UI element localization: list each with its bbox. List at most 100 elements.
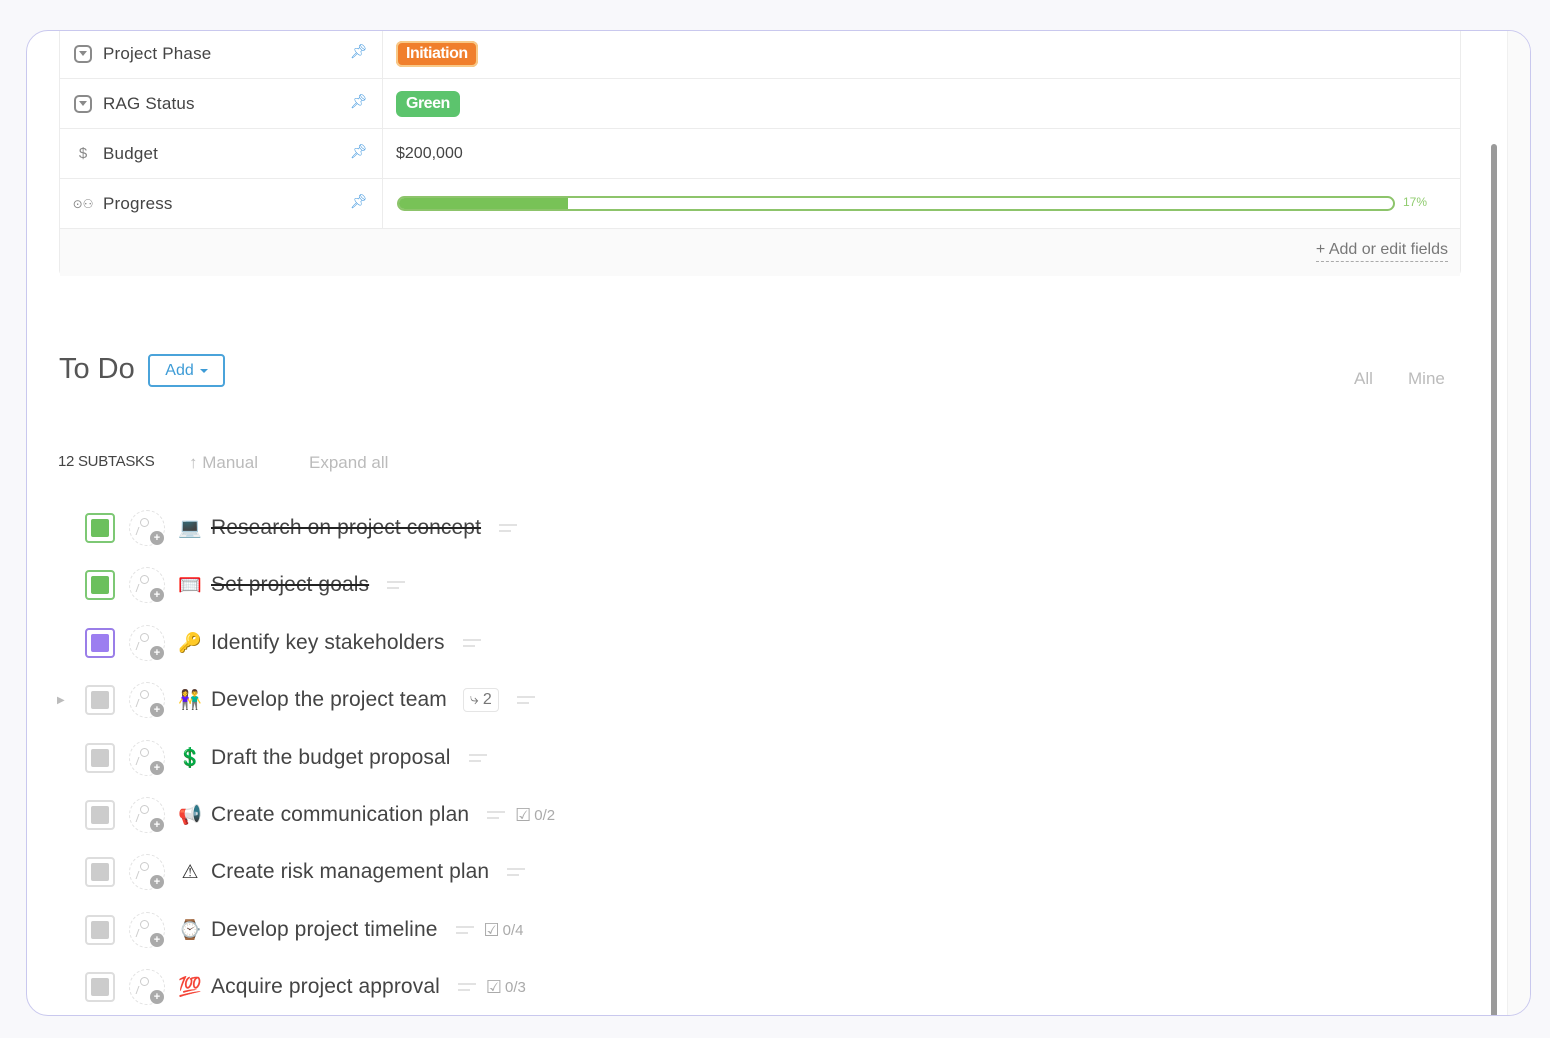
custom-fields-table: Project Phase 📌︎ Initiation RAG Status 📌… [59, 31, 1461, 276]
scrollbar[interactable] [1491, 144, 1497, 1015]
task-emoji-icon: 🔑 [178, 633, 202, 654]
field-name-cell: $ Budget 📌︎ [60, 129, 383, 178]
subtask-count-badge[interactable]: ⤷ 2 [462, 688, 499, 712]
task-emoji-icon: ⚠ [181, 861, 199, 883]
pin-icon[interactable]: 📌︎ [350, 193, 368, 210]
task-row[interactable]: + 💲 Draft the budget proposal [57, 733, 957, 783]
fields-footer: + Add or edit fields [60, 229, 1460, 276]
status-checkbox[interactable] [85, 513, 115, 543]
expand-arrow-icon[interactable]: ▶ [57, 695, 77, 706]
description-icon [457, 983, 476, 991]
pin-icon[interactable]: 📌︎ [350, 43, 368, 60]
add-button[interactable]: Add [148, 354, 225, 387]
description-icon [468, 754, 487, 762]
subtask-count: 2 [482, 691, 492, 708]
status-checkbox[interactable] [85, 800, 115, 830]
task-row[interactable]: + 📢 Create communication plan ☑ 0/2 [57, 790, 957, 840]
dropdown-icon [72, 93, 94, 115]
description-icon [499, 524, 518, 532]
field-row-progress: ⊙⚇ Progress 📌︎ 17% [60, 179, 1460, 229]
sort-label: Manual [202, 453, 258, 472]
rag-status-badge[interactable]: Green [396, 90, 460, 117]
task-name[interactable]: Develop the project team [211, 688, 447, 712]
description-icon [387, 581, 406, 589]
task-name[interactable]: Draft the budget proposal [211, 746, 451, 770]
description-icon [516, 696, 535, 704]
task-row[interactable]: + 💻 Research on project concept [57, 503, 957, 553]
pin-icon[interactable]: 📌︎ [350, 143, 368, 160]
task-row[interactable]: + ⚠ Create risk management plan [57, 847, 957, 897]
progress-bar-fill [399, 198, 568, 209]
chevron-down-icon [199, 368, 208, 373]
task-name[interactable]: Create communication plan [211, 803, 469, 827]
sort-manual[interactable]: ↑ Manual [189, 453, 258, 473]
status-checkbox[interactable] [85, 628, 115, 658]
task-emoji-icon: 👫 [178, 690, 202, 711]
field-name-cell: Project Phase 📌︎ [60, 31, 383, 78]
field-label: Progress [103, 193, 173, 213]
status-checkbox[interactable] [85, 743, 115, 773]
arrow-up-icon: ↑ [189, 453, 203, 472]
field-value-cell[interactable]: Green [383, 79, 1460, 128]
subtasks-count: 12 SUBTASKS [58, 453, 155, 470]
assign-user-icon[interactable]: + [129, 969, 165, 1005]
project-phase-badge[interactable]: Initiation [396, 40, 478, 67]
task-emoji-icon: 🥅 [178, 575, 202, 596]
status-checkbox[interactable] [85, 915, 115, 945]
assign-user-icon[interactable]: + [129, 912, 165, 948]
checklist-count: 0/2 [534, 806, 556, 824]
assign-user-icon[interactable]: + [129, 854, 165, 890]
field-row-rag-status: RAG Status 📌︎ Green [60, 79, 1460, 129]
assign-user-icon[interactable]: + [129, 797, 165, 833]
status-checkbox[interactable] [85, 972, 115, 1002]
filter-all[interactable]: All [1354, 369, 1373, 389]
assign-user-icon[interactable]: + [129, 625, 165, 661]
checklist-badge[interactable]: ☑ 0/4 [484, 920, 524, 941]
field-label: Project Phase [103, 43, 212, 63]
add-edit-fields-link[interactable]: + Add or edit fields [1315, 241, 1448, 262]
task-row[interactable]: + 🥅 Set project goals [57, 560, 957, 610]
field-name-cell: ⊙⚇ Progress 📌︎ [60, 179, 383, 228]
checklist-icon: ☑ [485, 976, 502, 997]
budget-value[interactable]: $200,000 [396, 145, 463, 163]
task-emoji-icon: 💻 [178, 518, 202, 539]
checklist-badge[interactable]: ☑ 0/3 [486, 977, 526, 998]
task-name[interactable]: Research on project concept [211, 516, 481, 540]
task-row[interactable]: + ⌚ Develop project timeline ☑ 0/4 [57, 905, 957, 955]
task-name[interactable]: Develop project timeline [211, 918, 438, 942]
field-label: RAG Status [103, 93, 195, 113]
pin-icon[interactable]: 📌︎ [350, 93, 368, 110]
field-value-cell[interactable]: Initiation [383, 31, 1460, 78]
task-row[interactable]: ▶ + 👫 Develop the project team ⤷ 2 [57, 675, 957, 725]
assign-user-icon[interactable]: + [129, 682, 165, 718]
task-name[interactable]: Identify key stakeholders [211, 631, 445, 655]
dropdown-icon [72, 43, 94, 65]
task-emoji-icon: 💯 [178, 977, 202, 998]
status-checkbox[interactable] [85, 857, 115, 887]
status-checkbox[interactable] [85, 570, 115, 600]
status-checkbox[interactable] [85, 685, 115, 715]
assign-user-icon[interactable]: + [129, 510, 165, 546]
description-icon [462, 639, 481, 647]
assign-user-icon[interactable]: + [129, 567, 165, 603]
field-row-project-phase: Project Phase 📌︎ Initiation [60, 31, 1460, 79]
assign-user-icon[interactable]: + [129, 740, 165, 776]
field-label: Budget [103, 143, 159, 163]
add-button-label: Add [165, 361, 194, 379]
field-value-cell[interactable]: $200,000 [383, 129, 1460, 178]
task-row[interactable]: + 🔑 Identify key stakeholders [57, 618, 957, 668]
description-icon [507, 868, 526, 876]
task-name[interactable]: Acquire project approval [211, 975, 440, 999]
expand-all-button[interactable]: Expand all [309, 453, 388, 473]
task-name[interactable]: Set project goals [211, 573, 369, 597]
scroll-track[interactable] [1507, 31, 1530, 1015]
description-icon [487, 811, 506, 819]
checklist-badge[interactable]: ☑ 0/2 [515, 805, 555, 826]
todo-heading: To Do [59, 353, 135, 385]
task-name[interactable]: Create risk management plan [211, 860, 489, 884]
filter-mine[interactable]: Mine [1408, 369, 1445, 389]
task-detail-panel: Project Phase 📌︎ Initiation RAG Status 📌… [26, 30, 1531, 1016]
dollar-icon: $ [78, 145, 88, 162]
task-row[interactable]: + 💯 Acquire project approval ☑ 0/3 [57, 962, 957, 1012]
description-icon [455, 926, 474, 934]
